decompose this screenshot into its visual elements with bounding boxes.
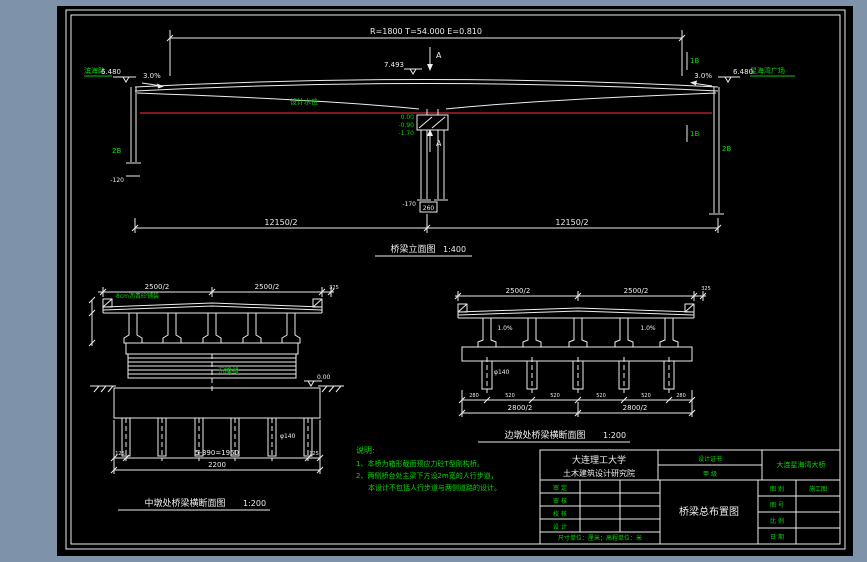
- role-label-0: 审 定: [553, 484, 567, 492]
- side-dim-b2: 520: [550, 393, 560, 399]
- drawing-title: 桥梁总布置图: [679, 505, 739, 518]
- section-a-top-label: A: [436, 51, 442, 60]
- mid-pile-diameter: φ140: [280, 433, 296, 440]
- side-pile-diameter: φ140: [494, 369, 510, 376]
- side-dim-left: 2500/2: [506, 287, 531, 295]
- abutment-tip-elevation: -120: [110, 177, 124, 184]
- notes-line-3: 本设计不包括人行步道与两侧道路的设计。: [368, 483, 501, 492]
- side-dim-right: 2500/2: [624, 287, 649, 295]
- side-dim-b1: 520: [505, 393, 515, 399]
- mid-edge-dim-left: 125: [115, 451, 125, 457]
- mid-pile-spacing-dim: 5-390=1950: [195, 449, 239, 457]
- mid-dim-edge: 325: [329, 285, 339, 291]
- org-name-line2: 土木建筑设计研究院: [563, 468, 635, 478]
- pile-box-dimension: 260: [423, 205, 435, 212]
- side-total-dim-right: 2800/2: [623, 404, 648, 412]
- span-dim-left: 12150/2: [264, 218, 297, 227]
- mid-edge-dim-right: 125: [309, 451, 319, 457]
- section-1b-top-label: 1B: [690, 57, 699, 65]
- pier-elevation-2: -0.90: [398, 122, 414, 129]
- notes-line-1: 1、本桥为箱形截面预应力砼T型刚构桥。: [356, 459, 484, 468]
- role-label-2: 校 核: [553, 510, 567, 518]
- water-level-label: 设计水位: [290, 97, 318, 106]
- zero-elevation: 0.00: [317, 374, 331, 381]
- cert-value: 甲 级: [703, 470, 717, 478]
- mid-dim-right: 2500/2: [255, 283, 280, 291]
- elevation-right: 6.480: [733, 68, 753, 76]
- side-section-title-text: 边墩处桥梁横断面图: [504, 429, 585, 441]
- side-dim-b3: 520: [596, 393, 606, 399]
- units-note: 尺寸单位：厘米；高程单位：米: [558, 534, 642, 542]
- mid-total-dim: 2200: [208, 461, 226, 469]
- side-dim-b5: 280: [676, 393, 686, 399]
- curve-params: R=1800 T=54.000 E=0.810: [370, 27, 482, 36]
- project-name: 大连星海湾大桥: [777, 460, 826, 469]
- section-a-bottom-label: A: [436, 139, 442, 148]
- span-dim-right: 12150/2: [555, 218, 588, 227]
- info-label-2: 比 例: [770, 517, 784, 525]
- pier-elevation-3: -1.70: [398, 130, 414, 137]
- elevation-title-text: 桥梁立面图: [390, 243, 435, 255]
- pier-elevation-1: 0.00: [401, 114, 415, 121]
- side-slope-right: 1.0%: [640, 325, 656, 332]
- role-label-3: 设 计: [553, 523, 567, 531]
- slope-right-label: 3.0%: [694, 72, 712, 80]
- notes-line-2: 2、两侧桥台处主梁下方设2m宽的人行步道，: [356, 471, 498, 480]
- settlement-joint-label: 沉降缝: [218, 366, 239, 375]
- mid-section-scale: 1:200: [243, 499, 266, 508]
- notes-heading: 说明:: [356, 445, 375, 455]
- role-label-1: 审 核: [553, 497, 567, 505]
- info-label-0: 图 别: [770, 485, 784, 493]
- cad-drawing: R=1800 T=54.000 E=0.810 设计水位 滨海路 6.480 3…: [57, 6, 853, 556]
- side-section-scale: 1:200: [603, 431, 626, 440]
- org-name-line1: 大连理工大学: [572, 454, 626, 466]
- road-label-right: 星海湾广场: [750, 66, 785, 75]
- cert-label: 设计证书: [698, 455, 722, 463]
- section-2b-right-label: 2B: [722, 145, 731, 153]
- cad-viewport[interactable]: R=1800 T=54.000 E=0.810 设计水位 滨海路 6.480 3…: [0, 0, 867, 562]
- section-2b-left-label: 2B: [112, 147, 121, 155]
- mid-section-title-text: 中墩处桥梁横断面图: [144, 497, 225, 509]
- center-elevation: 7.493: [384, 61, 404, 69]
- side-total-dim-left: 2800/2: [508, 404, 533, 412]
- side-dim-edge: 325: [701, 286, 711, 292]
- pavement-note: 8cm沥青砼铺装: [116, 292, 159, 300]
- elevation-scale: 1:400: [443, 245, 466, 254]
- mid-dim-left: 2500/2: [145, 283, 170, 291]
- section-1b-mid-label: 1B: [690, 130, 699, 138]
- info-label-3: 日 期: [770, 533, 784, 541]
- info-label-1: 图 号: [770, 502, 784, 509]
- side-slope-left: 1.0%: [497, 325, 513, 332]
- slope-left-label: 3.0%: [143, 72, 161, 80]
- elevation-left: 6.480: [101, 68, 121, 76]
- doc-type-value: 施工图: [809, 485, 827, 493]
- pile-tip-elevation: -170: [402, 201, 416, 208]
- side-dim-b0: 280: [469, 393, 479, 399]
- side-dim-b4: 520: [641, 393, 651, 399]
